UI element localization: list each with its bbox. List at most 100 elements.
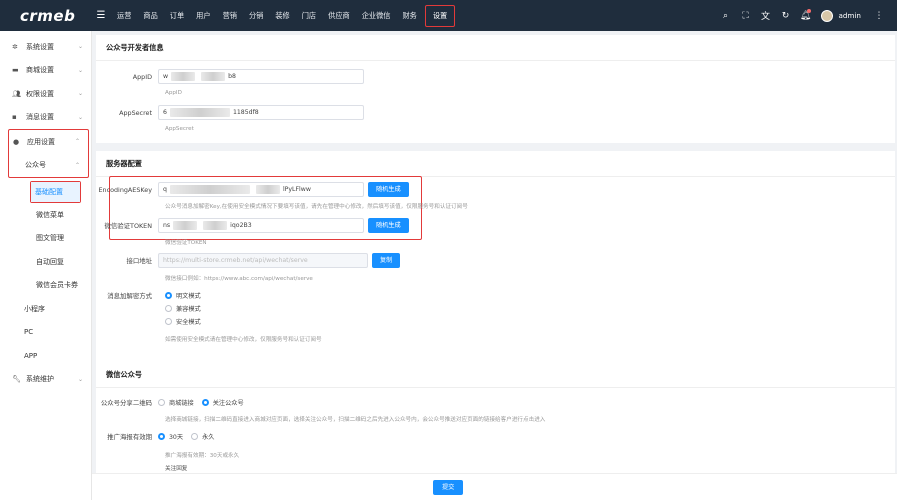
notification-dot	[807, 8, 812, 13]
appid-row: AppID w b8	[96, 69, 364, 84]
appid-help: AppID	[165, 90, 182, 96]
nav-users[interactable]: 用户	[190, 0, 216, 31]
username[interactable]: admin	[838, 11, 861, 20]
sidebar-item-app[interactable]: APP	[0, 344, 91, 368]
menu-toggle-icon[interactable]: ☰	[91, 10, 111, 21]
language-icon[interactable]: 文	[755, 9, 775, 22]
nav-decoration[interactable]: 装修	[269, 0, 295, 31]
sidebar-app-settings-group: ● 应用设置 ⌃ 公众号 ⌃	[8, 129, 89, 178]
url-label: 接口地址	[126, 257, 152, 265]
main-content: 公众号开发者信息 AppID w b8 AppID AppSecret 6 1185…	[92, 31, 897, 500]
nav-stores[interactable]: 门店	[296, 0, 322, 31]
appsecret-row: AppSecret 6 1185df8	[96, 105, 364, 120]
gear-icon: ✲	[12, 42, 18, 51]
more-vertical-icon[interactable]: ⋮	[869, 11, 889, 21]
sidebar-item-article-manage[interactable]: 图文管理	[0, 227, 91, 251]
appsecret-label: AppSecret	[119, 108, 152, 117]
brand-logo[interactable]: crmeb	[0, 0, 91, 31]
fullscreen-icon[interactable]: ⛶	[735, 11, 755, 21]
random-generate-aes-button[interactable]: 随机生成	[368, 182, 409, 197]
appid-input[interactable]: w b8	[158, 69, 364, 84]
radio-unchecked-icon	[191, 433, 199, 440]
nav-suppliers[interactable]: 供应商	[322, 0, 356, 31]
url-input[interactable]: https://multi-store.crmeb.net/api/wechat…	[158, 253, 368, 268]
token-input[interactable]: ns iqo2B3	[158, 218, 364, 233]
appsecret-help: AppSecret	[165, 126, 194, 132]
wechat-official-card: 微信公众号 公众号分享二维码 商城链接 关注公众号 选择商城链接，扫描二维码直接…	[96, 362, 895, 474]
section-title: 公众号开发者信息	[96, 35, 895, 61]
sidebar-item-label: 系统维护	[26, 375, 54, 384]
avatar[interactable]	[821, 9, 834, 22]
url-row: 接口地址 https://multi-store.crmeb.net/api/w…	[96, 253, 401, 268]
aes-key-input[interactable]: q lPyLFlww	[158, 182, 364, 197]
token-row: 微信验证TOKEN ns iqo2B3 随机生成	[96, 218, 409, 233]
nav-settings[interactable]: 设置	[424, 4, 456, 27]
appid-label: AppID	[132, 72, 152, 81]
mode-plain-radio[interactable]: 明文模式	[165, 289, 201, 302]
nav-enterprise-wechat[interactable]: 企业微信	[356, 0, 397, 31]
poster-30days-radio[interactable]: 30天	[158, 432, 183, 441]
random-generate-token-button[interactable]: 随机生成	[368, 218, 409, 233]
mode-help: 如需使用安全模式请在管理中心修改，仅限服务号和认证订阅号	[165, 337, 322, 343]
chevron-down-icon: ⌄	[77, 375, 83, 383]
radio-unchecked-icon	[165, 305, 172, 312]
submit-button[interactable]: 提交	[433, 480, 464, 495]
nav-distribution[interactable]: 分销	[243, 0, 269, 31]
wrench-icon: 🔧︎	[12, 375, 21, 384]
poster-label: 推广海报有效期	[107, 433, 152, 441]
copy-button[interactable]: 复制	[372, 253, 401, 268]
chevron-down-icon: ⌄	[77, 90, 83, 98]
share-mall-link-radio[interactable]: 商城链接	[158, 398, 194, 407]
sidebar-item-system-settings[interactable]: ✲ 系统设置 ⌄	[0, 35, 91, 59]
shop-icon: ▬	[12, 66, 19, 75]
nav-products[interactable]: 商品	[137, 0, 163, 31]
aes-key-row: EncodingAESKey q lPyLFlww 随机生成	[96, 182, 409, 197]
mode-compat-radio[interactable]: 兼容模式	[165, 302, 201, 315]
footer-bar: 提交	[92, 473, 897, 500]
top-bar: crmeb ☰ 运营 商品 订单 用户 营销 分销 装修 门店 供应商 企业微信…	[0, 0, 897, 31]
mode-radio-group: 明文模式 兼容模式 安全模式	[165, 289, 209, 328]
poster-permanent-radio[interactable]: 永久	[191, 432, 214, 441]
topbar-tools: ⌕ ⛶ 文 ↻ 🔔︎ admin ⋮	[715, 0, 897, 31]
nav-marketing[interactable]: 营销	[217, 0, 243, 31]
notification-bell-icon[interactable]: 🔔︎	[795, 8, 815, 21]
appsecret-input[interactable]: 6 1185df8	[158, 105, 364, 120]
sidebar-item-mall-settings[interactable]: ▬ 商城设置 ⌄	[0, 59, 91, 83]
sidebar-item-app-settings[interactable]: ● 应用设置 ⌃	[9, 130, 88, 154]
radio-checked-icon	[201, 399, 209, 406]
sidebar-item-label: 系统设置	[26, 42, 54, 51]
url-help: 微信接口例如：https://www.abc.com/api/wechat/se…	[165, 276, 313, 282]
mode-secure-radio[interactable]: 安全模式	[165, 315, 201, 328]
sidebar-item-basic-config[interactable]: 基础配置	[31, 182, 80, 202]
refresh-icon[interactable]: ↻	[775, 11, 795, 21]
sidebar-item-wechat-menu[interactable]: 微信菜单	[0, 203, 91, 227]
sidebar-item-message-settings[interactable]: ▪ 消息设置 ⌄	[0, 106, 91, 130]
nav-orders[interactable]: 订单	[164, 0, 190, 31]
share-qr-label: 公众号分享二维码	[100, 399, 152, 407]
users-icon: 👥︎	[12, 89, 21, 98]
token-label: 微信验证TOKEN	[104, 222, 152, 230]
sidebar-item-label: 消息设置	[26, 113, 54, 122]
sidebar-item-permission-settings[interactable]: 👥︎ 权限设置 ⌄	[0, 82, 91, 106]
sidebar-item-member-card[interactable]: 微信会员卡券	[0, 274, 91, 298]
sidebar-item-label: 权限设置	[26, 89, 54, 98]
share-follow-radio[interactable]: 关注公众号	[201, 398, 244, 407]
token-help: 微信验证TOKEN	[165, 240, 207, 246]
sidebar-item-official-account[interactable]: 公众号 ⌃	[9, 154, 88, 178]
sidebar-item-label: 商城设置	[26, 66, 54, 75]
share-qr-help: 选择商城链接，扫描二维码直接进入商城对应页面，选择关注公众号，扫描二维码之后先进…	[165, 417, 546, 423]
top-nav: 运营 商品 订单 用户 营销 分销 装修 门店 供应商 企业微信 财务 设置	[111, 0, 456, 31]
section-title: 微信公众号	[96, 362, 895, 388]
search-icon[interactable]: ⌕	[715, 11, 735, 21]
sidebar-item-pc[interactable]: PC	[0, 321, 91, 345]
nav-finance[interactable]: 财务	[396, 0, 422, 31]
developer-info-card: 公众号开发者信息 AppID w b8 AppID AppSecret 6 1185…	[96, 35, 895, 143]
follow-reply-label: 关注回复	[165, 466, 188, 472]
nav-operation[interactable]: 运营	[111, 0, 137, 31]
poster-help: 推广海报有效期：30天或永久	[165, 453, 240, 459]
sidebar-item-system-maintenance[interactable]: 🔧︎ 系统维护 ⌄	[0, 368, 91, 392]
share-qr-row: 公众号分享二维码 商城链接 关注公众号	[96, 398, 252, 407]
sidebar-item-auto-reply[interactable]: 自动回复	[0, 250, 91, 274]
sidebar-item-mini-program[interactable]: 小程序	[0, 297, 91, 321]
poster-row: 推广海报有效期 30天 永久	[96, 432, 222, 441]
